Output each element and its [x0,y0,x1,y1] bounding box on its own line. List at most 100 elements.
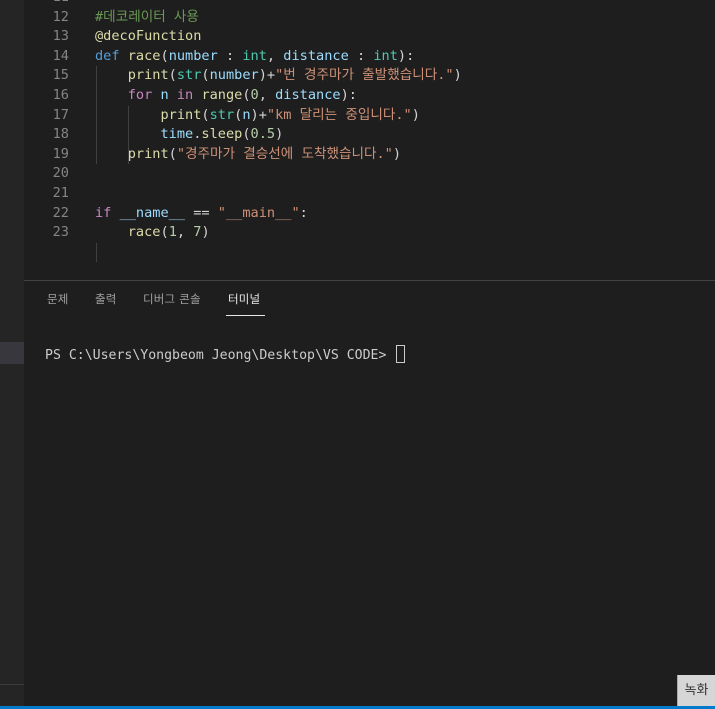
code-token: ) [275,126,284,143]
line-number: 22 [52,204,69,221]
code-token: int [373,47,398,64]
terminal-output[interactable]: PS C:\Users\Yongbeom Jeong\Desktop\VS CO… [45,345,406,365]
code-token: , [266,47,284,64]
code-editor[interactable]: 1112 #데코레이터 사용 13 @decoFunction 14 def race(n… [24,0,715,280]
code-token: : [348,47,374,64]
code-token: str [176,67,202,84]
tab-terminal[interactable]: 터미널 [228,291,260,307]
code-token: 0 [250,87,259,103]
code-token: : [299,204,308,221]
code-token: "번 경주마가 출발했습니다." [275,67,454,84]
line-number: 13 [52,28,69,45]
code-line[interactable]: 15 print(str(number)+"번 경주마가 출발했습니다.") [24,66,715,86]
line-number: 16 [52,87,69,103]
code-text: if __name__ == "__main__": [95,204,308,224]
code-token: ( [160,47,169,64]
line-number: 12 [52,8,69,25]
tab-problems[interactable]: 문제 [47,291,69,307]
code-token: "경주마가 결승선에 도착했습니다." [176,145,393,162]
terminal-prompt: PS C:\Users\Yongbeom Jeong\Desktop\VS CO… [45,348,395,363]
panel-tabs: 문제 출력 디버그 콘솔 터미널 [24,281,715,317]
code-token: , [258,87,276,103]
line-number: 18 [52,126,69,143]
code-token: ( [242,126,251,143]
code-token: ( [160,224,169,241]
indent-guide [96,66,97,165]
code-line[interactable]: 12 #데코레이터 사용 [24,8,715,28]
code-token: == [185,204,218,221]
code-token: print [160,106,202,123]
code-token: range [201,87,243,103]
side-strip-divider [0,684,24,685]
code-token: distance [283,47,349,64]
code-token: ( [242,87,251,103]
code-token: int [242,47,267,64]
code-token: ( [201,106,210,123]
code-text: race(1, 7) [95,223,210,243]
code-line[interactable]: 23 race(1, 7) [24,223,715,243]
code-line[interactable]: 22 if __name__ == "__main__": [24,204,715,224]
code-token: : [217,47,243,64]
code-token: ) [392,145,402,162]
code-token: ( [168,67,177,84]
code-token: @decoFunction [95,28,202,45]
code-text: for n in range(0, distance): [95,86,357,106]
line-number: 11 [24,0,69,8]
code-line[interactable]: 11 [24,0,715,8]
code-text: def race(number : int, distance : int): [95,47,414,67]
code-token: time [160,126,194,143]
line-number: 19 [52,145,69,162]
tab-debug-console[interactable]: 디버그 콘솔 [143,291,201,307]
code-token: ) [201,224,210,241]
code-line[interactable]: 14 def race(number : int, distance : int)… [24,47,715,67]
code-token: ( [201,67,210,84]
code-text: print(str(n)+"km 달리는 중입니다.") [95,106,420,126]
code-line[interactable]: 13 @decoFunction [24,27,715,47]
code-line[interactable]: 21 [24,184,715,204]
code-token: if [95,204,112,221]
code-token: __name__ [119,204,186,221]
line-number: 20 [52,165,69,182]
code-text: time.sleep(0.5) [95,125,283,145]
code-text: @decoFunction [95,27,201,47]
code-token: in [176,87,194,103]
code-token: )+ [250,106,267,123]
code-token: for [127,87,153,103]
code-token: print [127,67,169,84]
code-token: ) [453,67,462,84]
recording-badge[interactable]: 녹화 [677,675,715,706]
code-token: "__main__" [217,204,300,221]
side-strip-selected-item[interactable] [0,342,24,364]
code-token: print [127,145,169,162]
code-token: 0.5 [250,126,276,143]
code-token: #데코레이터 사용 [95,8,199,25]
code-text: print(str(number)+"번 경주마가 출발했습니다.") [95,66,462,86]
code-token: n [242,106,251,123]
code-token: "km 달리는 중입니다." [266,106,412,123]
code-token: number [209,67,259,84]
code-token: ( [168,145,177,162]
terminal-cursor [396,345,406,363]
side-strip [0,0,24,709]
code-token: ) [411,106,420,123]
code-token: str [209,106,235,123]
code-line[interactable]: 16 for n in range(0, distance): [24,86,715,106]
line-number: 14 [52,47,69,64]
tab-output[interactable]: 출력 [95,291,117,307]
code-text: #데코레이터 사용 [95,8,199,28]
code-token: race [127,47,161,64]
code-text: print("경주마가 결승선에 도착했습니다.") [95,145,401,165]
code-line[interactable]: 20 [24,164,715,184]
line-number: 15 [52,67,69,84]
active-tab-indicator [226,315,265,316]
line-number: 23 [52,224,69,241]
code-token: , [176,224,194,241]
code-token: sleep [201,126,243,143]
